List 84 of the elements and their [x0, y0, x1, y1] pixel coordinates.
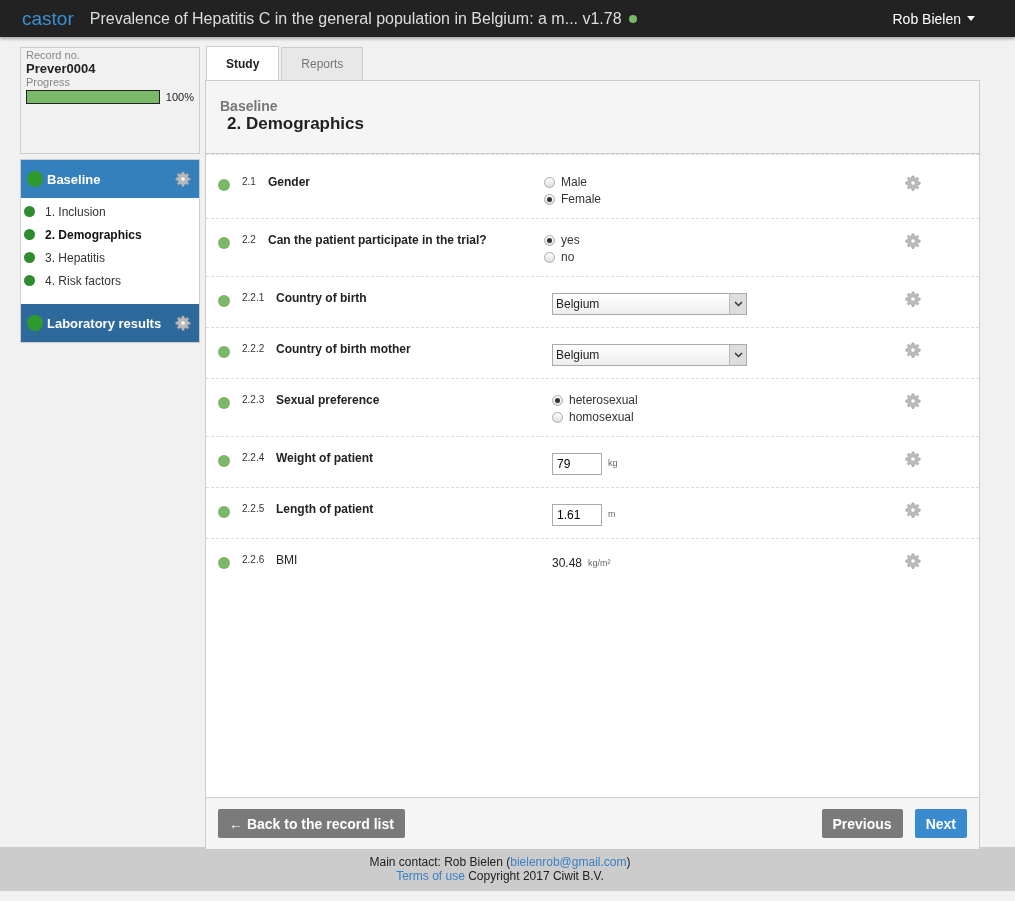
sidebar-item[interactable]: 3. Hepatitis — [21, 246, 199, 269]
status-dot — [218, 557, 230, 569]
field-label: Gender — [268, 175, 311, 189]
tab[interactable]: Reports — [281, 47, 364, 80]
progress-label: Progress — [26, 76, 72, 88]
unit-label: kg — [608, 458, 618, 468]
section-header[interactable]: Laboratory results — [21, 304, 199, 342]
user-menu[interactable]: Rob Bielen — [892, 10, 975, 27]
section-title: Laboratory results — [47, 315, 162, 331]
status-dot — [218, 295, 230, 307]
input-field[interactable]: 1.61 — [552, 504, 602, 526]
record-number: Prever0004 — [26, 61, 97, 76]
sidebar-item[interactable]: 2. Demographics — [21, 223, 199, 246]
dropdown[interactable]: Belgium — [552, 293, 747, 315]
status-dot — [218, 455, 230, 467]
unit-label: kg/m² — [588, 558, 611, 568]
settings-icon[interactable] — [905, 393, 921, 409]
status-dot — [27, 171, 43, 187]
status-dot — [628, 14, 637, 23]
field-number: 2.2.6 — [242, 554, 266, 565]
settings-icon[interactable] — [175, 315, 191, 331]
progress-reading: 100% — [165, 91, 194, 103]
input-field[interactable]: 79 — [552, 453, 602, 475]
radio-option[interactable]: Female — [544, 192, 601, 206]
settings-icon[interactable] — [905, 291, 921, 307]
radio-option[interactable]: heterosexual — [552, 393, 638, 407]
radio-button[interactable] — [544, 251, 555, 263]
back-button[interactable]: ← Back to the record list — [218, 809, 405, 838]
radio-button[interactable] — [544, 193, 555, 205]
radio-option[interactable]: no — [544, 250, 575, 264]
caret-icon — [733, 352, 743, 358]
section-title: Baseline — [47, 171, 101, 187]
settings-icon[interactable] — [905, 233, 921, 249]
field-number: 2.2.2 — [242, 343, 266, 354]
radio-button[interactable] — [552, 411, 563, 423]
radio-option[interactable]: Male — [544, 175, 587, 189]
sidebar-item[interactable]: 4. Risk factors — [21, 269, 199, 292]
field-number: 2.2.3 — [242, 394, 266, 405]
field-number: 2.2.1 — [242, 292, 266, 303]
radio-button[interactable] — [544, 234, 555, 246]
field-label: Country of birth mother — [276, 342, 412, 356]
field-number: 2.2 — [242, 234, 257, 245]
field-label: Country of birth — [276, 291, 368, 305]
status-dot — [218, 346, 230, 358]
settings-icon[interactable] — [905, 451, 921, 467]
calculated-value: 30.48 — [552, 556, 583, 570]
field-number: 2.2.4 — [242, 452, 266, 463]
status-dot — [218, 179, 230, 191]
sidebar-item[interactable]: 1. Inclusion — [21, 200, 199, 223]
field-number: 2.1 — [242, 176, 257, 187]
settings-icon[interactable] — [905, 175, 921, 191]
field-label: Weight of patient — [276, 451, 375, 465]
status-dot — [218, 506, 230, 518]
caret-icon — [733, 301, 743, 307]
radio-button[interactable] — [544, 176, 555, 188]
study-title: Prevalence of Hepatitis C in the general population in Belgium: a m... v1.78 — [89, 9, 622, 28]
status-dot — [27, 315, 43, 331]
status-dot — [218, 397, 230, 409]
previous-button[interactable]: Previous — [821, 809, 903, 838]
status-dot — [218, 237, 230, 249]
settings-icon[interactable] — [905, 502, 921, 518]
radio-option[interactable]: yes — [544, 233, 580, 247]
radio-option[interactable]: homosexual — [552, 410, 634, 424]
settings-icon[interactable] — [905, 553, 921, 569]
logo[interactable]: castor — [22, 7, 74, 30]
dropdown[interactable]: Belgium — [552, 344, 747, 366]
next-button[interactable]: Next — [914, 809, 967, 838]
step-title: 2. Demographics — [227, 114, 365, 134]
settings-icon[interactable] — [175, 171, 191, 187]
unit-label: m — [608, 509, 616, 519]
field-label: Can the patient participate in the trial? — [268, 233, 488, 247]
copyright-text: Copyright 2017 Ciwit B.V. — [468, 869, 604, 883]
record-label: Record no. — [26, 49, 81, 61]
contact-text: Main contact: Rob Bielen (bielenrob@gmail.com) — [369, 855, 631, 869]
field-label: BMI — [276, 553, 299, 567]
field-number: 2.2.5 — [242, 503, 266, 514]
tab[interactable]: Study — [206, 46, 280, 80]
settings-icon[interactable] — [905, 342, 921, 358]
field-label: Sexual preference — [276, 393, 381, 407]
section-header[interactable]: Baseline — [21, 160, 199, 198]
caret-icon — [967, 16, 975, 21]
radio-button[interactable] — [552, 394, 563, 406]
phase-title: Baseline — [220, 98, 279, 114]
field-label: Length of patient — [276, 502, 375, 516]
